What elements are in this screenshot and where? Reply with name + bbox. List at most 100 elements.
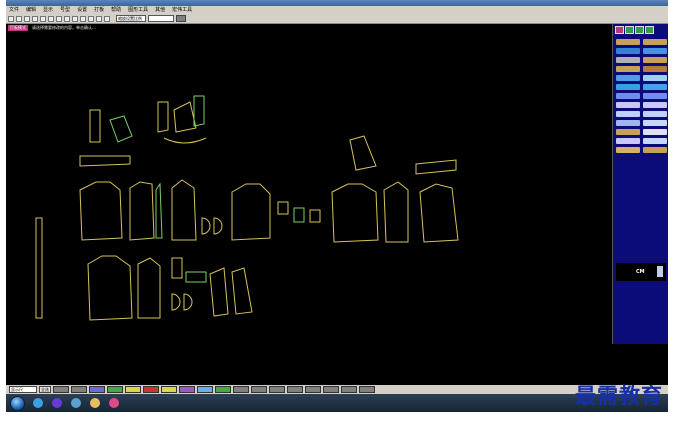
media-icon-glyph <box>52 398 62 408</box>
color-swatch[interactable] <box>89 386 105 393</box>
pattern-piece <box>209 267 229 317</box>
tool-button[interactable] <box>643 138 667 144</box>
color-swatch[interactable] <box>251 386 267 393</box>
panel-tab-icon[interactable] <box>625 26 634 34</box>
zoom-out-icon[interactable] <box>40 15 46 22</box>
pattern-piece <box>35 217 43 319</box>
color-swatch[interactable] <box>179 386 195 393</box>
start-button[interactable] <box>10 395 25 411</box>
color-swatch[interactable] <box>53 386 69 393</box>
panel-tab-icon[interactable] <box>645 26 654 34</box>
tool-button[interactable] <box>616 102 640 108</box>
color-swatch[interactable] <box>359 386 375 393</box>
tool-button[interactable] <box>616 138 640 144</box>
pattern-piece <box>231 183 271 241</box>
open-icon[interactable] <box>16 15 22 22</box>
tool-button[interactable] <box>616 75 640 81</box>
tool-button[interactable] <box>643 57 667 63</box>
tool-button[interactable] <box>643 75 667 81</box>
color-swatch[interactable] <box>125 386 141 393</box>
color-swatch[interactable] <box>215 386 231 393</box>
pattern-piece <box>277 201 289 215</box>
size-select[interactable]: 缩放设置比例 <box>116 15 146 22</box>
color-swatch[interactable] <box>269 386 285 393</box>
tool-button[interactable] <box>643 39 667 45</box>
pattern-piece <box>419 183 459 243</box>
tool-button[interactable] <box>643 120 667 126</box>
size-input[interactable] <box>148 15 174 22</box>
tool-button[interactable] <box>616 48 640 54</box>
browser-icon[interactable] <box>30 396 46 410</box>
display-field[interactable]: 显示尺 <box>9 386 37 393</box>
menu-item-other[interactable]: 其他 <box>155 6 165 14</box>
save-icon[interactable] <box>24 15 30 22</box>
tool-button[interactable] <box>643 48 667 54</box>
panel-tab-icon[interactable] <box>635 26 644 34</box>
tool-grid <box>613 36 668 153</box>
menu-item-graphics-tools[interactable]: 图形工具 <box>128 6 148 14</box>
color-swatch[interactable] <box>107 386 123 393</box>
apply-button[interactable] <box>176 15 186 22</box>
pattern-piece <box>87 255 133 321</box>
pointer-icon[interactable] <box>72 15 78 22</box>
cad-icon[interactable] <box>106 396 122 410</box>
select-all-button[interactable]: 全选 <box>39 386 51 393</box>
move-icon[interactable] <box>80 15 86 22</box>
tool-button[interactable] <box>643 84 667 90</box>
bottom-toolbar: 显示尺 全选 <box>6 385 668 394</box>
tool-button[interactable] <box>616 129 640 135</box>
tool-button[interactable] <box>616 111 640 117</box>
menu-item-view[interactable]: 显示 <box>43 6 53 14</box>
tool-button[interactable] <box>643 102 667 108</box>
zoom-in-icon[interactable] <box>32 15 38 22</box>
pattern-piece <box>383 181 409 243</box>
print-icon[interactable] <box>48 15 54 22</box>
menu-item-settings[interactable]: 设置 <box>77 6 87 14</box>
mirror-icon[interactable] <box>96 15 102 22</box>
color-swatch[interactable] <box>305 386 321 393</box>
tool-button[interactable] <box>616 39 640 45</box>
tool-button[interactable] <box>616 66 640 72</box>
redo-icon[interactable] <box>64 15 70 22</box>
panel-tab-icon[interactable] <box>615 26 624 34</box>
undo-icon[interactable] <box>56 15 62 22</box>
new-icon[interactable] <box>8 15 14 22</box>
measure-icon[interactable] <box>104 15 110 22</box>
color-swatch[interactable] <box>233 386 249 393</box>
color-swatch[interactable] <box>287 386 303 393</box>
tool-button[interactable] <box>616 57 640 63</box>
tool-button[interactable] <box>616 84 640 90</box>
menu-item-pattern[interactable]: 打板 <box>94 6 104 14</box>
tool-button[interactable] <box>643 93 667 99</box>
desktop-screen: 文件 编辑 显示 号型 设置 打板 帮助 图形工具 其他 宏伟工具 缩放设置比例… <box>6 0 668 412</box>
pattern-piece <box>201 217 211 235</box>
media-icon[interactable] <box>49 396 65 410</box>
app-icon-glyph <box>71 398 81 408</box>
menu-item-edit[interactable]: 编辑 <box>26 6 36 14</box>
pattern-piece <box>129 181 155 241</box>
tool-button[interactable] <box>616 147 640 153</box>
color-swatch[interactable] <box>71 386 87 393</box>
tool-button[interactable] <box>616 120 640 126</box>
tool-button[interactable] <box>643 147 667 153</box>
color-swatch[interactable] <box>143 386 159 393</box>
pattern-pieces <box>35 95 459 321</box>
menu-item-size[interactable]: 号型 <box>60 6 70 14</box>
color-swatch[interactable] <box>341 386 357 393</box>
pattern-piece <box>293 207 305 223</box>
color-swatch[interactable] <box>323 386 339 393</box>
menu-item-file[interactable]: 文件 <box>9 6 19 14</box>
tool-button[interactable] <box>643 129 667 135</box>
menu-item-macro-tools[interactable]: 宏伟工具 <box>172 6 192 14</box>
tool-button[interactable] <box>643 66 667 72</box>
tool-button[interactable] <box>643 111 667 117</box>
menu-item-help[interactable]: 帮助 <box>111 6 121 14</box>
folder-icon[interactable] <box>87 396 103 410</box>
drawing-canvas[interactable] <box>6 32 612 383</box>
color-swatch[interactable] <box>161 386 177 393</box>
app-icon[interactable] <box>68 396 84 410</box>
tool-button[interactable] <box>616 93 640 99</box>
taskbar-apps <box>30 396 125 410</box>
rotate-icon[interactable] <box>88 15 94 22</box>
color-swatch[interactable] <box>197 386 213 393</box>
